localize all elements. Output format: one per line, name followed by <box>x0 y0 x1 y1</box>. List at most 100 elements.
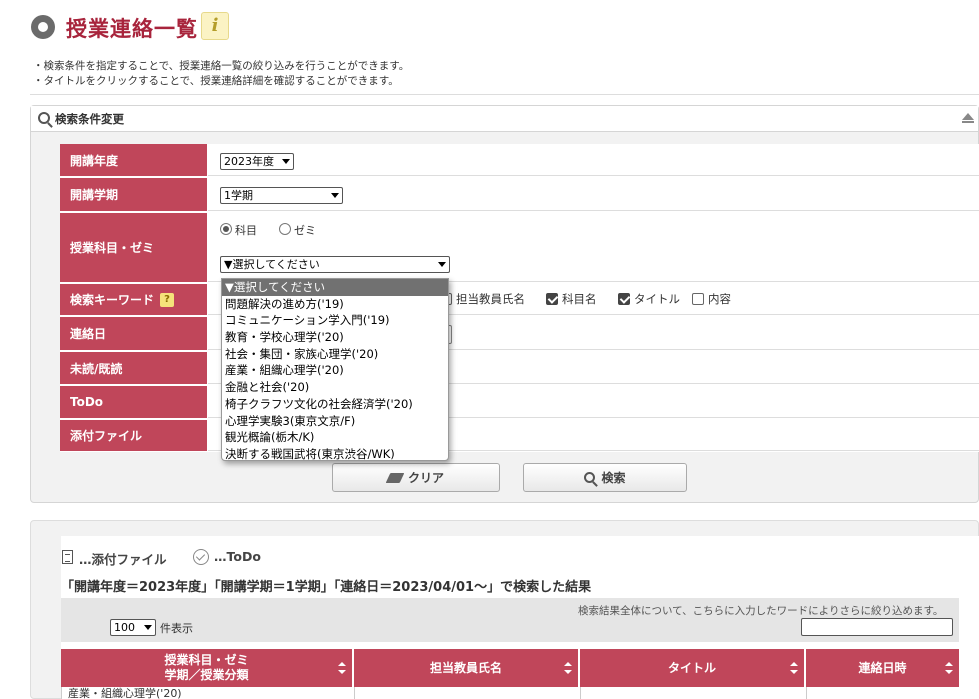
row-read-status: 未読/既読 <box>60 352 979 385</box>
per-page-value: 100 <box>114 621 135 634</box>
row-subject: 授業科目・ゼミ 科目 ゼミ ▼選択してください <box>60 213 979 283</box>
column-subject-line2: 学期／授業分類 <box>164 668 249 682</box>
info-icon[interactable]: i <box>201 12 229 40</box>
radio-subject-label: 科目 <box>235 224 257 237</box>
result-condition: 「開講年度＝2023年度」「開講学期＝1学期」「連絡日＝2023/04/01～」… <box>61 580 592 595</box>
term-select[interactable]: 1学期 <box>220 187 343 204</box>
column-date-label: 連絡日時 <box>858 660 907 675</box>
subject-dropdown-list[interactable]: ▼選択してください 問題解決の進め方('19) コミュニケーション学入門('19… <box>221 278 449 461</box>
subject-select[interactable]: ▼選択してください <box>220 256 450 273</box>
checkbox-content[interactable] <box>692 293 704 305</box>
divider <box>30 94 979 95</box>
row-contact-date: 連絡日 <box>60 317 979 351</box>
search-icon <box>584 472 596 483</box>
subject-select-value: ▼選択してください <box>224 258 320 271</box>
cell-year: 2023年度 <box>208 144 979 176</box>
search-panel-header[interactable]: 検索条件変更 <box>31 106 978 132</box>
label-keyword: 検索キーワード ? <box>60 284 207 315</box>
label-keyword-text: 検索キーワード <box>70 293 155 307</box>
column-subject-line1: 授業科目・ゼミ <box>164 653 249 667</box>
checkbox-subject-name-label: 科目名 <box>562 292 597 306</box>
column-title[interactable]: タイトル <box>580 649 804 687</box>
cell-divider <box>354 687 355 699</box>
row-year: 開講年度 2023年度 <box>60 144 979 177</box>
per-page-label: 件表示 <box>160 622 193 635</box>
legend-attachment: …添付ファイル <box>79 552 167 567</box>
column-title-label: タイトル <box>667 660 716 675</box>
help-icon[interactable]: ? <box>160 292 175 307</box>
description-line-1: ・検索条件を指定することで、授業連絡一覧の絞り込みを行うことができます。 <box>33 60 410 72</box>
cell-term: 1学期 <box>208 178 979 211</box>
sort-icon[interactable] <box>945 662 953 674</box>
chevron-down-icon <box>438 262 446 267</box>
clear-button-label: クリア <box>407 471 444 485</box>
checkbox-title-label: タイトル <box>634 292 680 306</box>
dropdown-option[interactable]: 椅子クラフツ文化の社会経済学('20) <box>222 396 448 413</box>
eraser-icon <box>385 472 405 483</box>
cell-subject: 科目 ゼミ ▼選択してください <box>208 213 979 282</box>
search-icon <box>38 112 50 124</box>
row-subject[interactable]: 産業・組織心理学('20) <box>68 687 182 699</box>
checkbox-teacher-label: 担当教員氏名 <box>456 292 525 306</box>
row-attachment: 添付ファイル <box>60 420 979 452</box>
attachment-icon <box>62 550 73 564</box>
row-todo: ToDo <box>60 386 979 419</box>
column-subject[interactable]: 授業科目・ゼミ 学期／授業分類 <box>61 649 352 687</box>
sort-icon[interactable] <box>790 662 798 674</box>
radio-subject[interactable] <box>220 223 232 235</box>
dropdown-option[interactable]: 教育・学校心理学('20) <box>222 329 448 346</box>
sort-icon[interactable] <box>338 662 346 674</box>
search-panel-title: 検索条件変更 <box>55 112 124 126</box>
filter-input[interactable] <box>801 618 953 636</box>
per-page-select[interactable]: 100 <box>110 619 156 636</box>
dropdown-option[interactable]: 社会・集団・家族心理学('20) <box>222 346 448 363</box>
checkbox-subject-name[interactable] <box>546 293 558 305</box>
year-select-value: 2023年度 <box>224 155 274 168</box>
chevron-down-icon <box>282 159 290 164</box>
row-keyword: 検索キーワード ? 担当教員氏名 科目名 タイトル 内容 <box>60 284 979 316</box>
checkbox-title[interactable] <box>618 293 630 305</box>
checkbox-content-label: 内容 <box>708 292 731 306</box>
page-title: 授業連絡一覧 <box>66 17 198 41</box>
filter-note: 検索結果全体について、こちらに入力したワードによりさらに絞り込めます。 <box>578 605 944 617</box>
year-select[interactable]: 2023年度 <box>220 153 294 170</box>
column-teacher[interactable]: 担当教員氏名 <box>354 649 578 687</box>
label-read-status: 未読/既読 <box>60 352 207 384</box>
dropdown-option[interactable]: 問題解決の進め方('19) <box>222 296 448 313</box>
cell-divider <box>806 687 807 699</box>
row-term: 開講学期 1学期 <box>60 178 979 212</box>
dropdown-option[interactable]: 金融と社会('20) <box>222 379 448 396</box>
dropdown-option[interactable]: 心理学実験3(東京文京/F) <box>222 413 448 430</box>
collapse-icon-bar <box>962 121 974 123</box>
dropdown-option[interactable]: コミュニケーション学入門('19) <box>222 312 448 329</box>
dropdown-option[interactable]: ▼選択してください <box>222 279 448 296</box>
table-row[interactable]: 産業・組織心理学('20) <box>61 687 959 699</box>
dropdown-option[interactable]: 産業・組織心理学('20) <box>222 362 448 379</box>
dropdown-option[interactable]: 観光概論(栃木/K) <box>222 429 448 446</box>
label-year: 開講年度 <box>60 144 207 176</box>
label-term: 開講学期 <box>60 178 207 211</box>
search-form: 開講年度 2023年度 開講学期 1学期 授業科目・ゼミ 科目 ゼミ ▼選択して… <box>60 144 979 452</box>
label-subject: 授業科目・ゼミ <box>60 213 207 282</box>
label-todo: ToDo <box>60 386 207 418</box>
label-attachment: 添付ファイル <box>60 420 207 451</box>
sort-icon[interactable] <box>564 662 572 674</box>
chevron-down-icon <box>331 193 339 198</box>
radio-seminar-label: ゼミ <box>294 224 316 237</box>
radio-seminar[interactable] <box>279 223 291 235</box>
legend-todo: …ToDo <box>214 549 261 564</box>
title-bullet-icon <box>31 15 55 39</box>
todo-check-icon <box>193 549 209 565</box>
description-line-2: ・タイトルをクリックすることで、授業連絡詳細を確認することができます。 <box>33 75 399 87</box>
cell-divider <box>580 687 581 699</box>
label-contact-date: 連絡日 <box>60 317 207 350</box>
dropdown-option[interactable]: 決断する戦国武将(東京渋谷/WK) <box>222 446 448 463</box>
column-date[interactable]: 連絡日時 <box>806 649 959 687</box>
column-teacher-label: 担当教員氏名 <box>429 660 502 675</box>
search-button-label: 検索 <box>601 471 626 485</box>
collapse-icon[interactable] <box>962 113 974 120</box>
clear-button[interactable]: クリア <box>332 463 500 492</box>
term-select-value: 1学期 <box>224 189 253 202</box>
chevron-down-icon <box>144 625 152 630</box>
search-button[interactable]: 検索 <box>523 463 687 492</box>
